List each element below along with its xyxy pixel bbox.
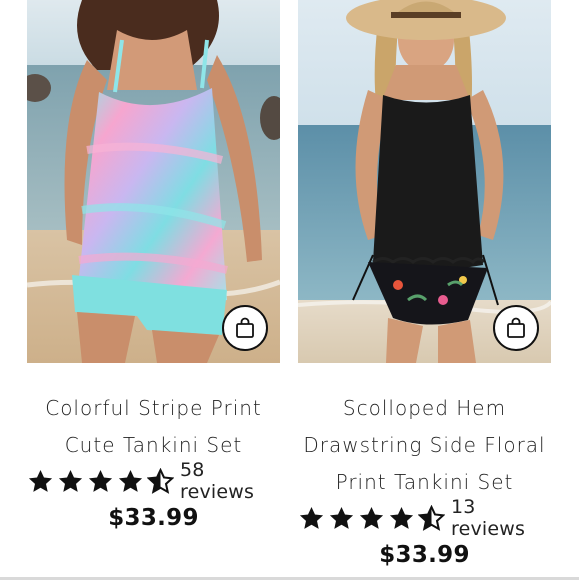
add-to-bag-button[interactable] — [493, 305, 539, 351]
star-rating — [298, 504, 448, 532]
star-full-icon — [28, 469, 53, 492]
star-full-icon — [118, 469, 143, 492]
star-half-icon — [147, 467, 174, 494]
title-line[interactable]: Scolloped Hem — [298, 390, 551, 427]
product-price: $33.99 — [108, 505, 199, 531]
add-to-bag-button[interactable] — [222, 305, 268, 351]
product-price: $33.99 — [379, 542, 470, 568]
review-count[interactable]: 13 reviews — [451, 496, 551, 540]
product-title[interactable]: Colorful Stripe Print Cute Tankini Set — [27, 390, 280, 464]
star-full-icon — [329, 506, 354, 529]
product-card-scolloped-hem[interactable]: Scolloped Hem Drawstring Side Floral Pri… — [298, 0, 551, 568]
star-full-icon — [389, 506, 414, 529]
star-rating — [27, 467, 177, 495]
star-full-icon — [88, 469, 113, 492]
star-full-icon — [299, 506, 324, 529]
review-count[interactable]: 58 reviews — [180, 459, 280, 503]
star-full-icon — [58, 469, 83, 492]
product-card-colorful-stripe[interactable]: Colorful Stripe Print Cute Tankini Set 5… — [27, 0, 280, 531]
shopping-bag-icon — [236, 317, 254, 338]
product-image[interactable] — [27, 0, 280, 363]
star-full-icon — [359, 506, 384, 529]
product-image[interactable] — [298, 0, 551, 363]
product-title[interactable]: Scolloped Hem Drawstring Side Floral Pri… — [298, 390, 551, 501]
rating-row[interactable]: 13 reviews — [298, 496, 551, 540]
title-line[interactable]: Colorful Stripe Print — [27, 390, 280, 427]
star-half-icon — [418, 504, 445, 531]
title-line[interactable]: Drawstring Side Floral — [298, 427, 551, 464]
rating-row[interactable]: 58 reviews — [27, 459, 280, 503]
shopping-bag-icon — [507, 317, 525, 338]
